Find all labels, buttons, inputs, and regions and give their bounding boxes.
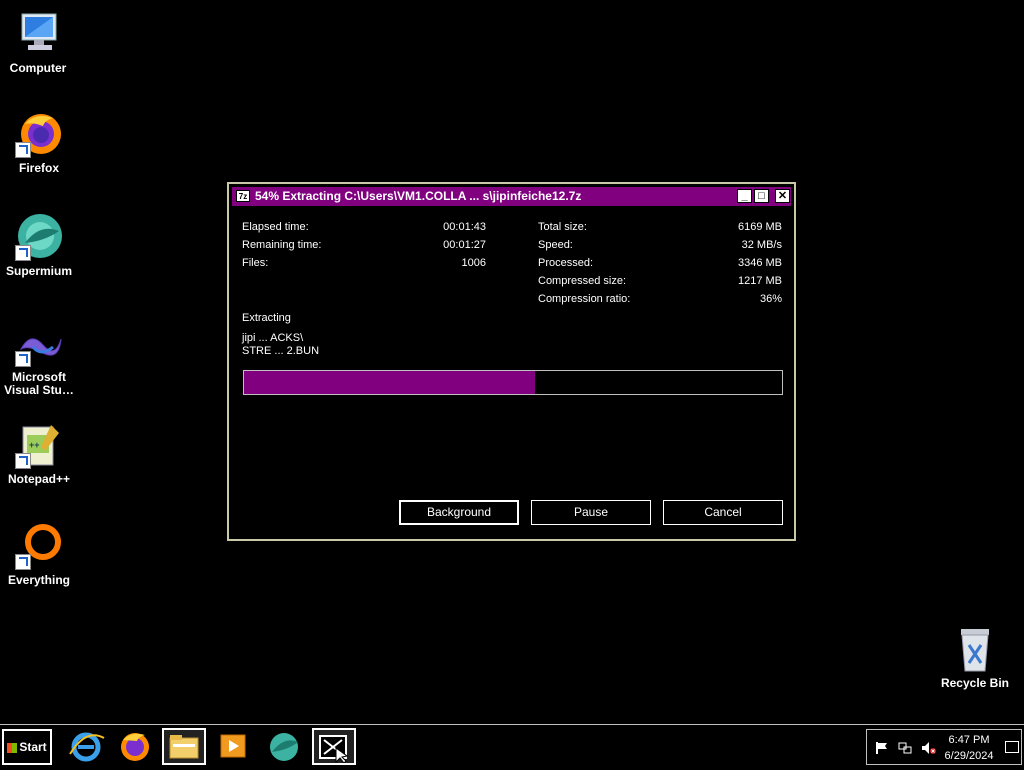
desktop-icon-label: Supermium: [5, 264, 72, 278]
desktop-icon-firefox[interactable]: Firefox: [0, 110, 81, 175]
supermium-icon: [15, 213, 63, 261]
shortcut-arrow-icon: [15, 245, 31, 261]
stat-label: Speed:: [538, 239, 573, 251]
stat-value: 00:01:43: [443, 221, 486, 233]
desktop-icon-label: Recycle Bin: [940, 676, 1010, 690]
extraction-progress-window: 7z 54% Extracting C:\Users\VM1.COLLA ...…: [227, 182, 796, 541]
pause-button[interactable]: Pause: [531, 500, 651, 525]
stat-value: 6169 MB: [737, 221, 782, 233]
desktop-icon-label: Computer: [9, 61, 67, 75]
action-center-flag-icon[interactable]: [875, 741, 889, 755]
shortcut-arrow-icon: [15, 453, 31, 469]
clock-time[interactable]: 6:47 PM: [939, 734, 999, 746]
start-button[interactable]: Start: [2, 729, 52, 765]
progress-bar-fill: [244, 371, 535, 394]
window-title: 54% Extracting C:\Users\VM1.COLLA ... s\…: [255, 189, 582, 203]
shortcut-arrow-icon: [15, 554, 31, 570]
window-titlebar[interactable]: 7z 54% Extracting C:\Users\VM1.COLLA ...…: [232, 187, 791, 206]
desktop-icon-label: Microsoft Visual Stu…: [4, 370, 74, 397]
supermium-icon: [270, 733, 298, 761]
desktop-icon-label: Notepad++: [7, 472, 70, 486]
firefox-icon: [121, 733, 149, 761]
firefox-icon: [15, 110, 63, 158]
7zip-icon: 7z: [236, 190, 250, 202]
clock-date[interactable]: 6/29/2024: [939, 750, 999, 762]
internet-explorer-icon: [69, 732, 105, 762]
cancel-button[interactable]: Cancel: [663, 500, 783, 525]
volume-muted-icon[interactable]: [921, 741, 937, 755]
close-button[interactable]: ✕: [775, 189, 790, 203]
stat-label: Compressed size:: [538, 275, 627, 287]
desktop-icon-label: Everything: [7, 573, 70, 587]
stat-value: 3346 MB: [737, 257, 782, 269]
file-explorer-icon: [169, 735, 199, 759]
current-file-path: jipi ... ACKS\: [242, 332, 304, 344]
start-label: Start: [19, 740, 47, 754]
recycle-bin-icon: [951, 625, 999, 673]
visual-studio-icon: [15, 327, 63, 367]
notepadpp-icon: ++: [15, 421, 63, 469]
stat-label: Remaining time:: [242, 239, 322, 251]
desktop-icon-label: Firefox: [18, 161, 59, 175]
desktop-icon-visual-studio[interactable]: Microsoft Visual Stu…: [0, 327, 81, 397]
taskbar: Start 6:47 PM 6/29/2024: [0, 724, 1024, 768]
stat-label: Processed:: [538, 257, 594, 269]
7zip-icon: [319, 735, 349, 764]
maximize-button[interactable]: □: [754, 189, 769, 203]
status-label: Extracting: [242, 312, 291, 324]
progress-bar: [243, 370, 783, 395]
desktop-icon-notepadpp[interactable]: ++ Notepad++: [0, 421, 81, 486]
desktop-icon-everything[interactable]: Everything: [0, 522, 81, 587]
stat-value: 00:01:27: [443, 239, 486, 251]
minimize-button[interactable]: _: [737, 189, 752, 203]
stat-value: 32 MB/s: [741, 239, 782, 251]
shortcut-arrow-icon: [15, 142, 31, 158]
desktop-icon-supermium[interactable]: Supermium: [0, 213, 81, 278]
taskbar-internet-explorer[interactable]: [64, 728, 108, 765]
stat-label: Total size:: [538, 221, 587, 233]
stat-value: 36%: [759, 293, 782, 305]
desktop-icon-computer[interactable]: Computer: [0, 10, 80, 75]
taskbar-file-explorer[interactable]: [162, 728, 206, 765]
stat-value: 1217 MB: [737, 275, 782, 287]
taskbar-supermium[interactable]: [262, 728, 306, 765]
background-button[interactable]: Background: [398, 499, 520, 526]
stat-label: Compression ratio:: [538, 293, 631, 305]
stat-label: Elapsed time:: [242, 221, 309, 233]
current-file-path: STRE ... 2.BUN: [242, 345, 320, 357]
computer-icon: [14, 10, 62, 58]
system-tray: 6:47 PM 6/29/2024: [866, 729, 1022, 765]
taskbar-firefox[interactable]: [113, 728, 157, 765]
shortcut-arrow-icon: [15, 351, 31, 367]
windows-logo-icon: [7, 742, 18, 753]
show-desktop-icon[interactable]: [1005, 741, 1019, 753]
svg-text:++: ++: [29, 440, 40, 450]
network-icon[interactable]: [898, 741, 912, 755]
desktop-icon-recycle-bin[interactable]: Recycle Bin: [933, 625, 1017, 690]
everything-icon: [15, 522, 63, 570]
stat-value: 1006: [461, 257, 486, 269]
taskbar-media-player[interactable]: [211, 728, 255, 765]
stat-label: Files:: [242, 257, 269, 269]
taskbar-7zip[interactable]: [312, 728, 356, 765]
media-player-icon: [220, 734, 246, 758]
